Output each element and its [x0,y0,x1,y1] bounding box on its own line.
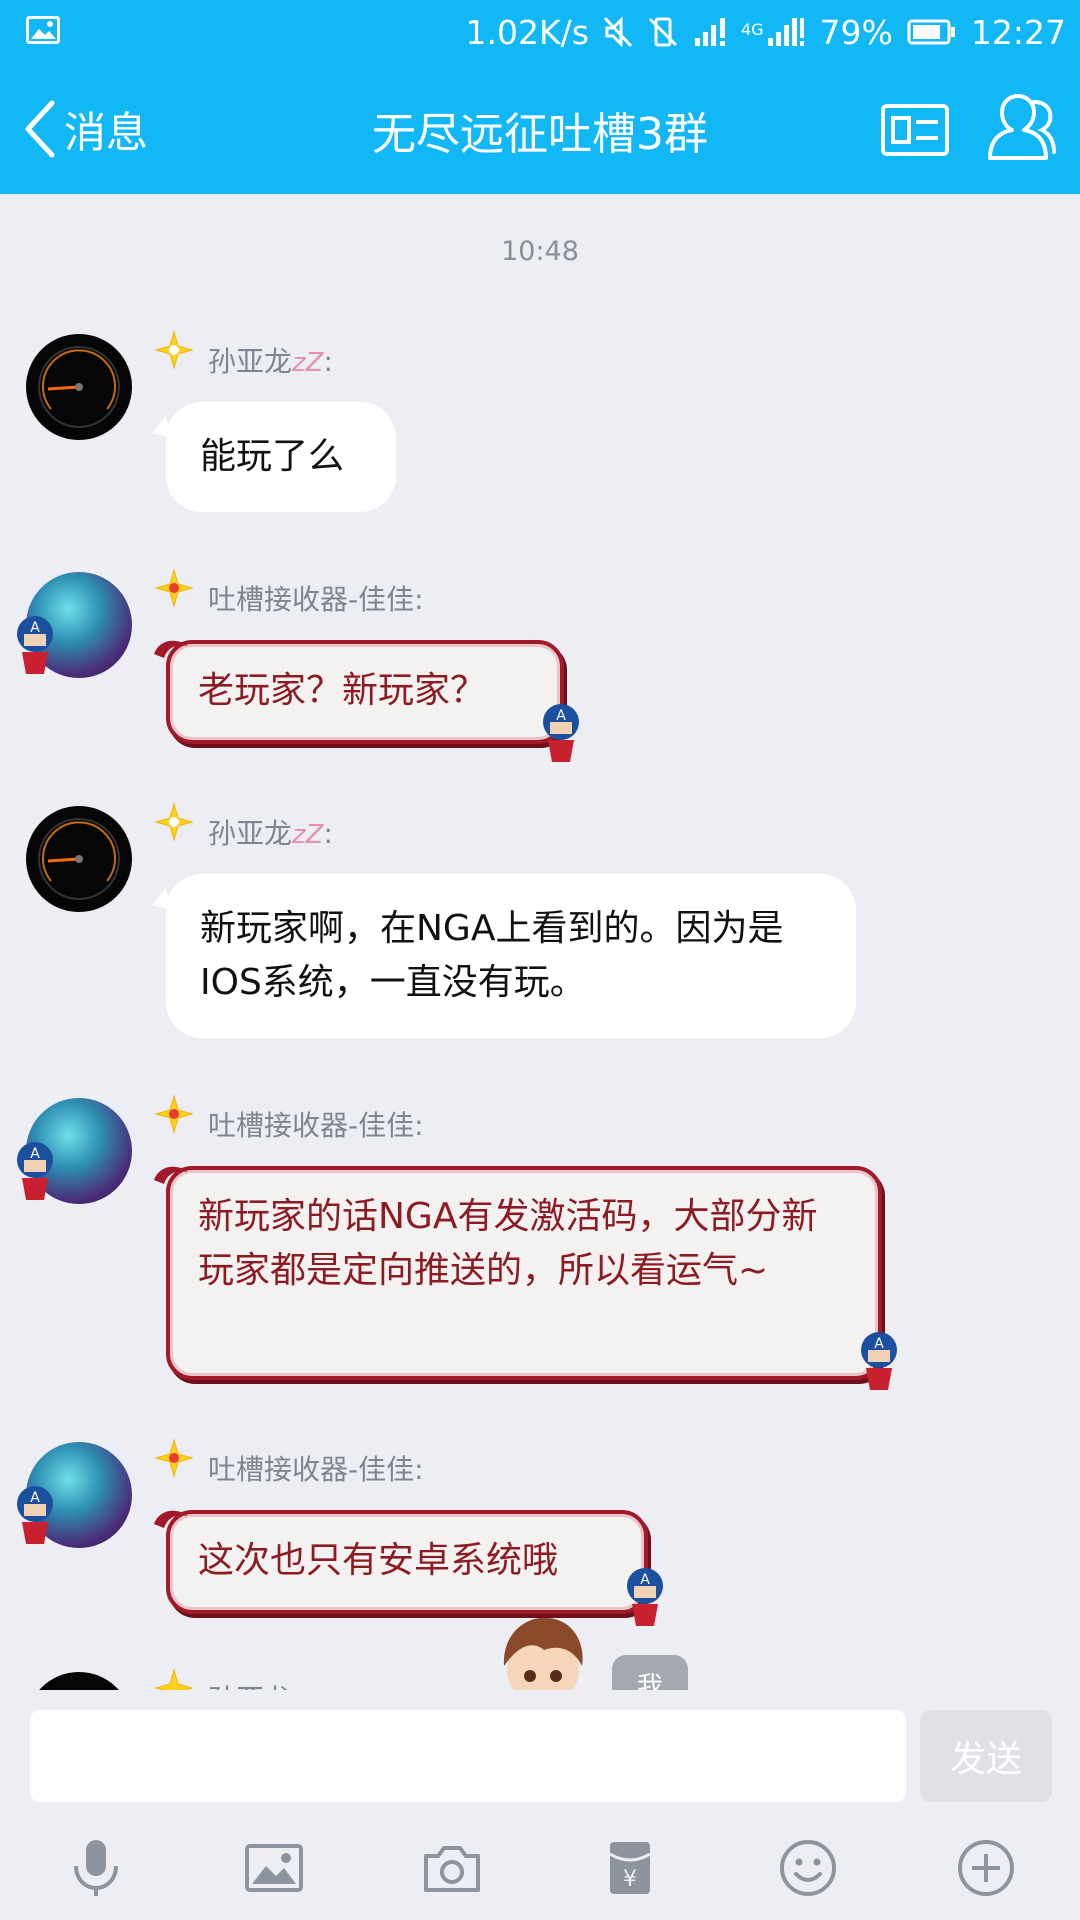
message-text: 这次也只有安卓系统哦 [198,1540,559,1581]
emoji-icon[interactable] [778,1838,838,1898]
send-button[interactable]: 发送 [920,1710,1052,1802]
svg-text:A: A [640,1572,650,1588]
sender-name: 孙亚龙zZ: [208,817,333,850]
svg-text:A: A [30,620,40,636]
message-text: 能玩了么 [200,436,345,477]
microphone-icon[interactable] [66,1838,126,1898]
message-bubble[interactable]: 新玩家的话NGA有发激活码，大部分新玩家都是定向推送的，所以看运气~ [154,1166,882,1380]
captain-america-sticker-icon: A [627,1568,663,1626]
status-bar: 1.02K/s 4G 79% 12:27 [0,0,1080,64]
member-level-star-icon [154,330,194,370]
battery-percent: 79% [819,12,893,52]
group-members-icon[interactable] [982,92,1058,168]
wifi-signal-icon [694,18,725,46]
member-level-star-icon [154,1438,194,1478]
member-level-star-icon [154,568,194,608]
vibrate-off-icon [648,17,678,47]
sender-name: 吐槽接收器-佳佳: [208,1453,424,1486]
red-packet-icon[interactable]: ¥ [600,1838,660,1898]
member-level-star-icon [154,802,194,842]
bubble-curl-decoration [154,1510,188,1528]
member-level-star-icon [154,1094,194,1134]
network-type: 4G [740,20,764,39]
captain-america-badge-icon: A [17,1486,53,1544]
camera-icon[interactable] [422,1838,482,1898]
avatar-sun-yalong[interactable] [26,334,132,440]
bubble-curl-decoration [154,640,188,658]
message-bubble[interactable]: 这次也只有安卓系统哦 [154,1510,648,1614]
speedometer-avatar-icon [38,346,120,428]
avatar-sun-yalong[interactable] [26,1672,132,1690]
message-text: 新玩家的话NGA有发激活码，大部分新玩家都是定向推送的，所以看运气~ [198,1196,818,1291]
captain-america-sticker-icon: A [543,704,579,762]
sender-name: 吐槽接收器-佳佳: [208,583,424,616]
message-text: 老玩家？新玩家？ [198,670,487,711]
message-timestamp: 10:48 [501,236,579,267]
sender-name: 孙亚龙 [208,1678,292,1690]
title-bar: 消息 无尽远征吐槽3群 [0,64,1080,194]
svg-text:¥: ¥ [623,1867,637,1892]
member-level-star-icon [154,1668,194,1690]
captain-america-badge-icon: A [17,1142,53,1200]
svg-text:A: A [30,1146,40,1162]
image-icon[interactable] [244,1838,304,1898]
message-bubble[interactable]: 能玩了么 [166,402,396,512]
sender-name: 吐槽接收器-佳佳: [208,1109,424,1142]
captain-america-badge-icon: A [17,616,53,674]
svg-text:A: A [30,1490,40,1506]
message-bubble[interactable]: 老玩家？新玩家？ [154,640,564,744]
clock: 12:27 [970,12,1066,52]
message-bubble[interactable]: 新玩家啊，在NGA上看到的。因为是IOS系统，一直没有玩。 [166,874,856,1038]
captain-america-sticker-icon: A [861,1332,897,1390]
group-profile-card-icon[interactable] [880,100,950,160]
plus-icon[interactable] [956,1838,1016,1898]
cellular-signal: 4G [741,16,806,48]
svg-text:A: A [556,708,566,724]
svg-text:A: A [874,1336,884,1352]
message-input[interactable] [30,1710,906,1802]
battery-icon [907,19,955,45]
input-panel: 发送 ¥ [0,1690,1080,1920]
network-speed: 1.02K/s [465,12,589,52]
avatar-sun-yalong[interactable] [26,806,132,912]
sender-name: 孙亚龙zZ: [208,345,333,378]
cellular-signal-icon [767,18,804,46]
gallery-notification-icon [26,16,60,44]
message-text: 新玩家啊，在NGA上看到的。因为是IOS系统，一直没有玩。 [200,908,784,1003]
speedometer-avatar-icon [38,818,120,900]
chat-message-list[interactable]: 10:48 孙亚龙zZ: 能玩了么 A 吐槽接收器-佳佳: 老玩家？新玩家？ A… [0,194,1080,1690]
mute-icon [603,16,633,48]
bubble-curl-decoration [154,1166,188,1184]
